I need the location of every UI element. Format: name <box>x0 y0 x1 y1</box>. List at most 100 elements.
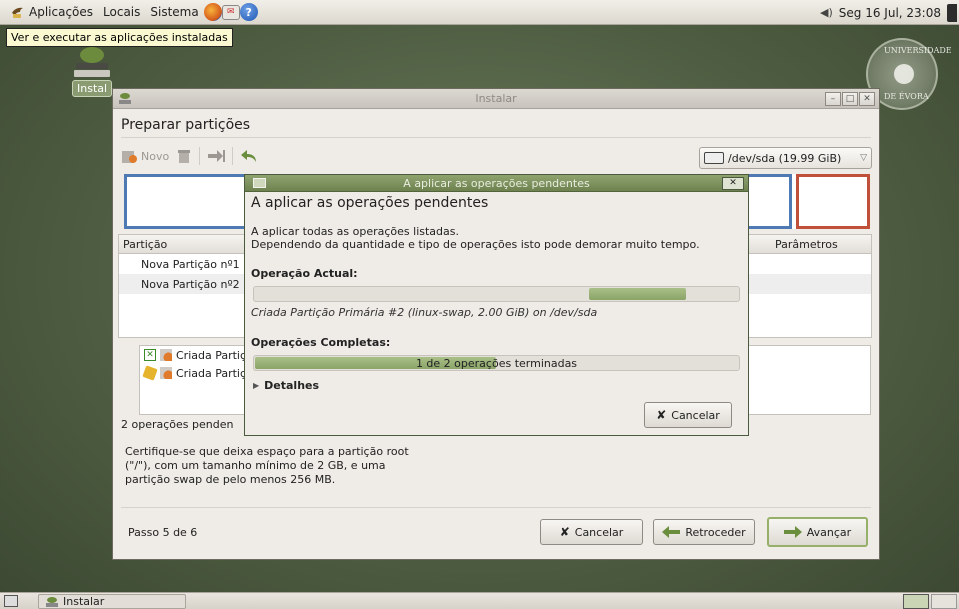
back-arrow-icon <box>662 526 681 538</box>
new-partition-icon <box>122 151 137 163</box>
hint-line: ("/"), com um tamanho mínimo de 2 GB, e … <box>125 459 386 472</box>
device-select-value: /dev/sda (19.99 GiB) <box>728 151 842 165</box>
bottom-panel: Instalar <box>0 592 959 609</box>
step-indicator: Passo 5 de 6 <box>128 526 198 539</box>
partition-name: Nova Partição nº2 <box>141 277 240 291</box>
taskbar-item-label: Instalar <box>63 595 105 608</box>
toolbar-separator <box>232 147 234 165</box>
partition-toolbar: Novo <box>121 143 259 169</box>
completed-operations-progress: 1 de 2 operações terminadas <box>253 355 740 371</box>
partition-hint: Certifique-se que deixa espaço para a pa… <box>125 445 485 487</box>
column-parameters[interactable]: Parâmetros <box>775 238 838 251</box>
current-operation-progress <box>253 286 740 302</box>
menu-applications[interactable]: Aplicações <box>4 4 98 20</box>
menu-system-label: Sistema <box>150 5 199 19</box>
column-partition[interactable]: Partição <box>123 238 167 251</box>
delete-partition-button[interactable] <box>175 148 193 164</box>
forward-button[interactable]: Avançar <box>767 517 868 547</box>
taskbar-item-instalar[interactable]: Instalar <box>38 594 186 609</box>
divider <box>121 507 871 508</box>
dialog-title: A aplicar as operações pendentes <box>403 177 590 190</box>
hint-line: partição swap de pelo menos 256 MB. <box>125 473 336 486</box>
menu-system[interactable]: Sistema <box>145 5 203 19</box>
email-icon[interactable]: ✉ <box>221 4 240 20</box>
seal-bottom-text: DE ÉVORA <box>884 92 929 101</box>
seal-top-text: UNIVERSIDADE <box>884 46 952 55</box>
help-icon[interactable]: ? <box>239 3 258 21</box>
cancel-x-icon: ✘ <box>656 408 667 422</box>
installer-icon <box>46 596 58 607</box>
details-expander[interactable]: ▶ Detalhes <box>253 379 319 392</box>
expander-triangle-icon: ▶ <box>253 381 260 390</box>
current-operation-text: Criada Partição Primária #2 (linux-swap,… <box>251 306 598 319</box>
trash-icon <box>178 150 191 163</box>
operation-text: Criada Partiçã <box>176 348 253 362</box>
new-partition-button[interactable]: Novo <box>121 148 169 164</box>
window-controls: – □ ✕ <box>825 92 875 106</box>
dialog-description: A aplicar todas as operações listadas. D… <box>251 225 700 251</box>
menu-places-label: Locais <box>103 5 141 19</box>
cancel-button[interactable]: ✘ Cancelar <box>540 519 643 545</box>
workspace-2[interactable] <box>931 594 957 609</box>
back-button[interactable]: Retroceder <box>653 519 755 545</box>
hint-line: Certifique-se que deixa espaço para a pa… <box>125 445 409 458</box>
cancel-x-icon: ✘ <box>559 525 570 539</box>
dialog-heading: A aplicar as operações pendentes <box>251 195 489 211</box>
apply-operations-dialog: A aplicar as operações pendentes ✕ A apl… <box>244 174 749 436</box>
page-title: Preparar partições <box>121 117 251 133</box>
desktop-install-label[interactable]: Instal <box>72 80 113 97</box>
partition-name: Nova Partição nº1 <box>141 257 240 271</box>
apply-arrow-icon <box>208 150 226 162</box>
power-icon[interactable] <box>947 3 957 22</box>
back-label: Retroceder <box>685 525 746 539</box>
system-tray: ◀) Seg 16 Jul, 23:08 <box>820 0 959 25</box>
device-select[interactable]: /dev/sda (19.99 GiB) ▽ <box>699 147 872 169</box>
forward-arrow-icon <box>783 526 802 538</box>
installer-icon <box>72 45 112 79</box>
top-panel: Aplicações Locais Sistema ✉ ? ◀) Seg 16 … <box>0 0 959 25</box>
dialog-line: Dependendo da quantidade e tipo de opera… <box>251 238 700 251</box>
operation-text: Criada Partiçã <box>176 366 253 380</box>
forward-label: Avançar <box>806 525 852 539</box>
completed-operations-text: 1 de 2 operações terminadas <box>415 357 578 370</box>
show-desktop-icon[interactable] <box>4 595 18 607</box>
minimize-button[interactable]: – <box>825 92 841 106</box>
current-operation-label: Operação Actual: <box>251 267 358 280</box>
window-titlebar[interactable]: Instalar – □ ✕ <box>113 89 879 109</box>
main-menu: Aplicações Locais Sistema ✉ ? <box>0 0 258 25</box>
clock[interactable]: Seg 16 Jul, 23:08 <box>839 6 941 20</box>
progress-pulse <box>588 288 686 300</box>
desktop-install-icon[interactable] <box>68 45 116 79</box>
running-brush-icon <box>142 365 158 381</box>
close-button[interactable]: ✕ <box>859 92 875 106</box>
maximize-button[interactable]: □ <box>842 92 858 106</box>
menu-tooltip: Ver e executar as aplicações instaladas <box>6 28 233 47</box>
dialog-cancel-label: Cancelar <box>671 408 720 422</box>
dialog-cancel-button[interactable]: ✘ Cancelar <box>644 402 732 428</box>
dialog-titlebar[interactable]: A aplicar as operações pendentes ✕ <box>245 175 748 192</box>
toolbar-separator <box>199 147 201 165</box>
apply-button[interactable] <box>206 148 226 164</box>
new-partition-icon <box>160 367 172 379</box>
window-title: Instalar <box>475 92 517 105</box>
firefox-icon[interactable] <box>203 3 222 21</box>
new-partition-label: Novo <box>141 149 170 163</box>
gnome-foot-icon <box>12 7 23 18</box>
partition-block-2[interactable] <box>796 174 870 229</box>
seal-emblem-icon <box>894 64 914 84</box>
harddisk-icon <box>704 152 724 164</box>
cancel-label: Cancelar <box>574 525 624 539</box>
completed-operations-label: Operações Completas: <box>251 336 391 349</box>
dialog-close-button[interactable]: ✕ <box>722 177 744 190</box>
new-partition-icon <box>160 349 172 361</box>
menu-places[interactable]: Locais <box>98 5 145 19</box>
done-check-icon: ✕ <box>144 349 156 361</box>
volume-icon[interactable]: ◀) <box>820 6 833 19</box>
undo-arrow-icon <box>241 150 257 162</box>
workspace-1[interactable] <box>903 594 929 609</box>
dialog-line: A aplicar todas as operações listadas. <box>251 225 459 238</box>
undo-button[interactable] <box>239 148 259 164</box>
menu-applications-label: Aplicações <box>29 5 94 19</box>
divider <box>121 137 871 138</box>
chevron-down-icon: ▽ <box>860 153 867 163</box>
